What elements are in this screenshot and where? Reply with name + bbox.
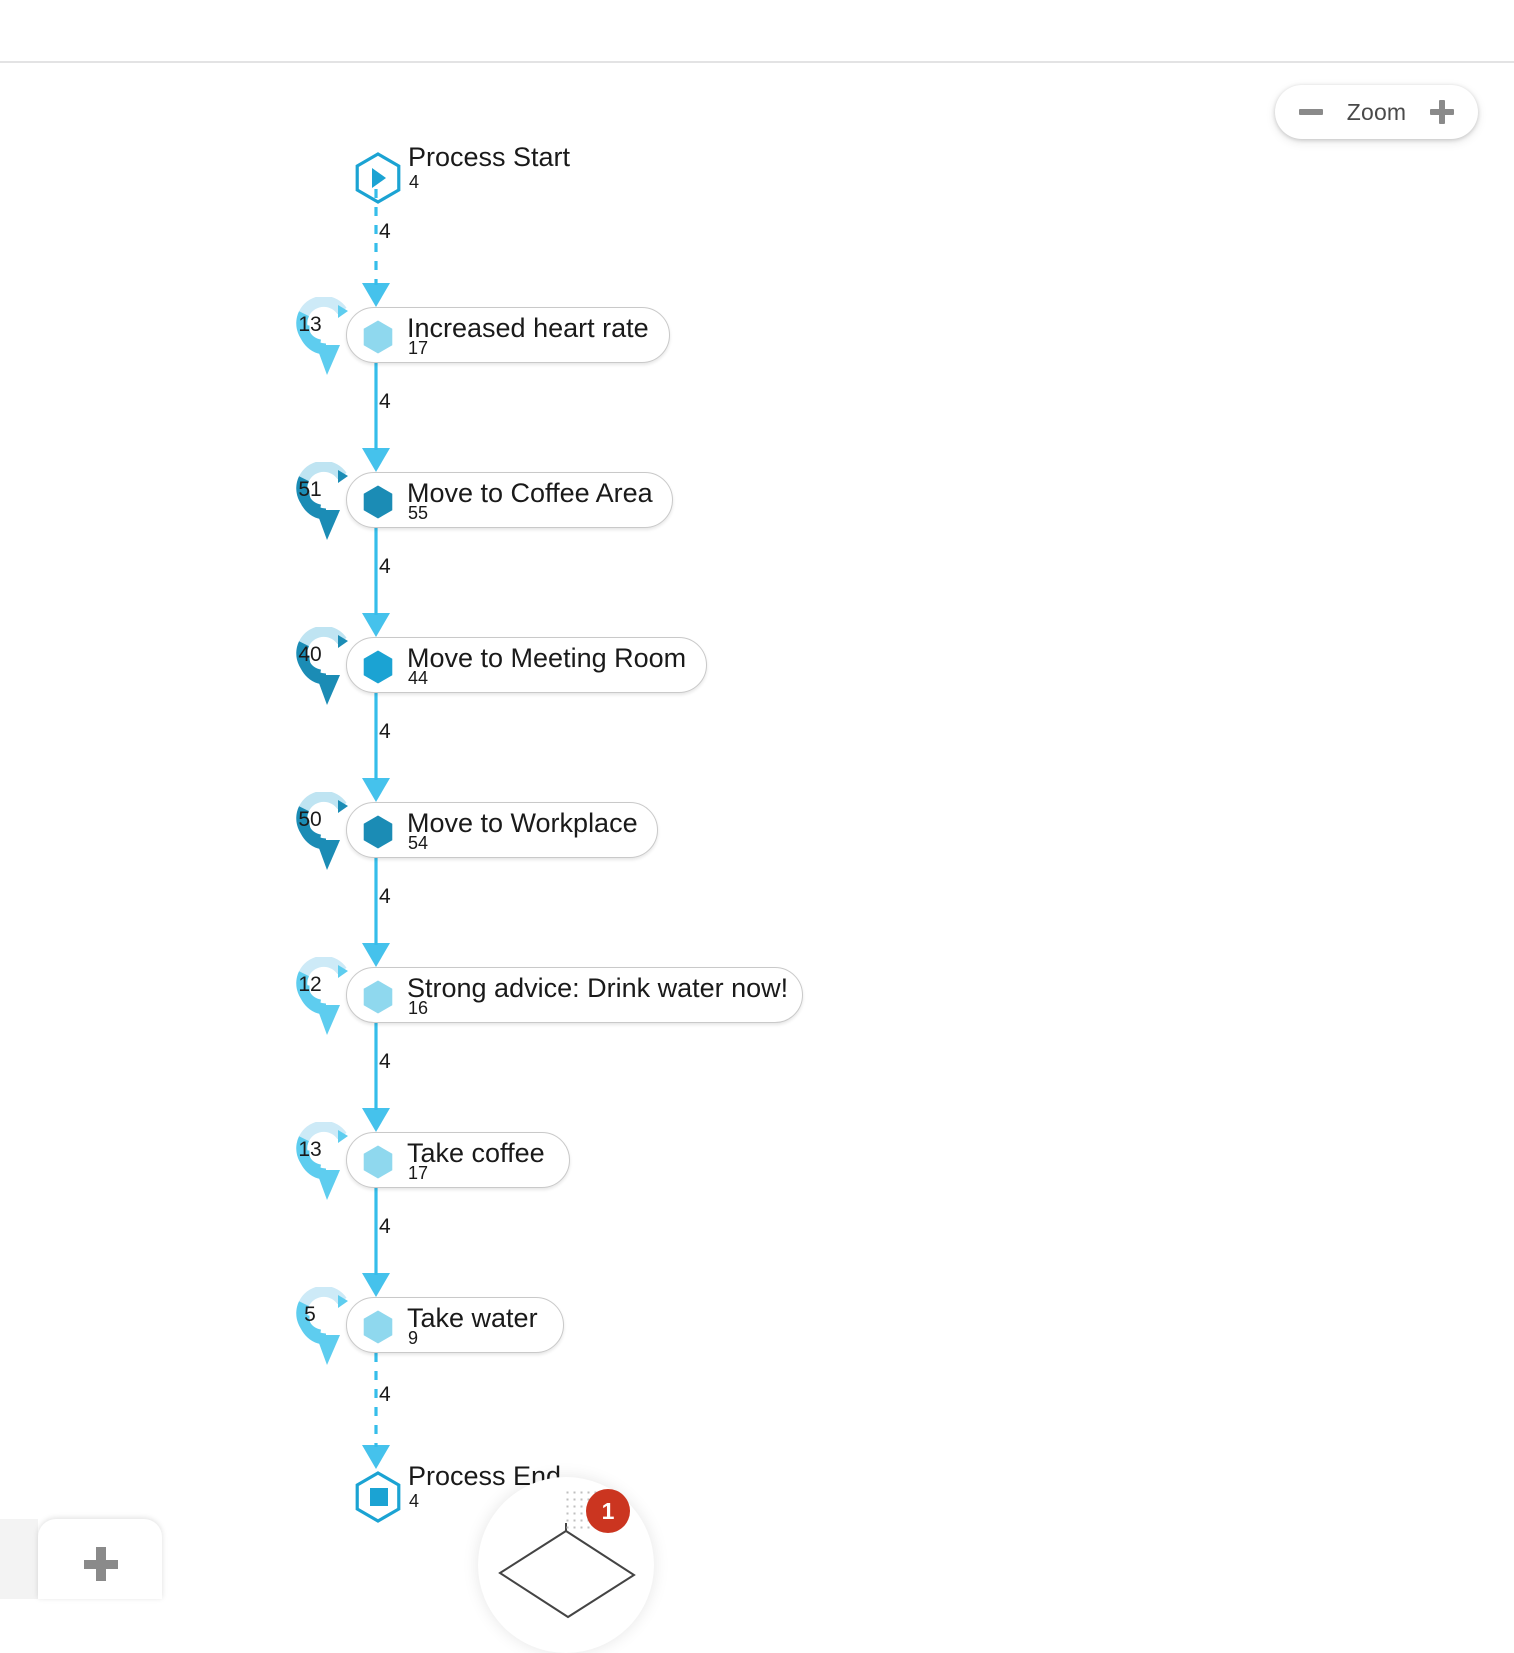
self-loop-arc [296, 1120, 348, 1200]
self-loop-arc [296, 1285, 348, 1365]
graph-edge[interactable]: 4 [348, 189, 408, 307]
edge-line [362, 1353, 390, 1469]
graph-edge[interactable]: 4 [348, 1353, 408, 1469]
stop-hexagon-icon [355, 1471, 401, 1523]
activity-label: Take water [407, 1303, 538, 1333]
self-loop-arc [296, 295, 348, 375]
hexagon-icon [363, 980, 393, 1014]
activity-count: 17 [408, 338, 429, 358]
notification-badge[interactable]: 1 [586, 1489, 630, 1533]
activity-count: 9 [408, 1328, 419, 1348]
self-loop-edge[interactable]: 5 [292, 1285, 356, 1381]
graph-edge[interactable]: 4 [348, 528, 408, 637]
minimap-overlay[interactable]: 1 [478, 1477, 654, 1653]
edge-label: 4 [379, 884, 391, 908]
plus-icon[interactable] [84, 1547, 118, 1581]
self-loop-arc [296, 955, 348, 1035]
self-loop-count: 13 [298, 313, 322, 336]
self-loop-edge[interactable]: 12 [292, 955, 356, 1051]
activity-node[interactable]: Strong advice: Drink water now! 16 [346, 967, 803, 1023]
activity-label: Move to Meeting Room [407, 643, 687, 673]
hexagon-icon [363, 1145, 393, 1179]
activity-node[interactable]: Increased heart rate 17 [346, 307, 670, 363]
bottom-left-panel[interactable] [38, 1519, 162, 1599]
self-loop-count: 50 [298, 808, 322, 831]
hexagon-icon [363, 815, 393, 849]
graph-edge[interactable]: 4 [348, 858, 408, 967]
hexagon-icon [363, 485, 393, 519]
terminal-count: 4 [409, 172, 420, 192]
self-loop-edge[interactable]: 51 [292, 460, 356, 556]
graph-edge[interactable]: 4 [348, 1188, 408, 1297]
activity-node[interactable]: Take water 9 [346, 1297, 564, 1353]
activity-node[interactable]: Take coffee 17 [346, 1132, 570, 1188]
activity-label: Increased heart rate [407, 313, 649, 343]
self-loop-count: 51 [298, 478, 322, 501]
edge-label: 4 [379, 220, 391, 243]
edge-line [362, 189, 390, 307]
activity-count: 44 [408, 668, 429, 688]
graph-edge[interactable]: 4 [348, 1023, 408, 1132]
graph-edge[interactable]: 4 [348, 693, 408, 802]
edge-label: 4 [379, 554, 391, 578]
activity-label: Move to Workplace [407, 808, 638, 838]
graph-canvas[interactable]: 4 4 4 4 4 4 4 4 Process Start 4 13 Increased heart … [0, 61, 1514, 1552]
terminal-count: 4 [409, 1491, 420, 1511]
self-loop-edge[interactable]: 50 [292, 790, 356, 886]
self-loop-arc [296, 790, 348, 870]
self-loop-count: 5 [304, 1303, 316, 1326]
process-start-node[interactable]: Process Start 4 [352, 142, 652, 206]
activity-label: Move to Coffee Area [407, 478, 653, 508]
activity-count: 17 [408, 1163, 429, 1183]
bottom-left-strip [0, 1519, 38, 1599]
self-loop-count: 13 [298, 1138, 322, 1161]
self-loop-arc [296, 625, 348, 705]
edge-label: 4 [379, 1383, 391, 1406]
activity-count: 16 [408, 998, 429, 1018]
activity-node[interactable]: Move to Coffee Area 55 [346, 472, 673, 528]
self-loop-arc [296, 460, 348, 540]
self-loop-count: 12 [298, 973, 322, 996]
hexagon-icon [363, 320, 393, 354]
edge-line [362, 693, 390, 802]
self-loop-edge[interactable]: 13 [292, 1120, 356, 1216]
activity-count: 55 [408, 503, 429, 523]
top-toolbar [0, 0, 1514, 63]
edge-line [362, 858, 390, 967]
activity-count: 54 [408, 833, 429, 853]
activity-label: Strong advice: Drink water now! [407, 973, 789, 1003]
activity-node[interactable]: Move to Meeting Room 44 [346, 637, 707, 693]
activity-node[interactable]: Move to Workplace 54 [346, 802, 658, 858]
self-loop-edge[interactable]: 40 [292, 625, 356, 721]
edge-line [362, 1188, 390, 1297]
graph-edge[interactable]: 4 [348, 363, 408, 472]
edge-line [362, 363, 390, 472]
self-loop-edge[interactable]: 13 [292, 295, 356, 391]
edge-label: 4 [379, 1214, 391, 1238]
edge-line [362, 528, 390, 637]
hexagon-icon [363, 650, 393, 684]
edge-label: 4 [379, 389, 391, 413]
hexagon-icon [363, 1310, 393, 1344]
edge-line [362, 1023, 390, 1132]
self-loop-count: 40 [298, 643, 322, 666]
edge-label: 4 [379, 719, 391, 743]
edge-label: 4 [379, 1049, 391, 1073]
play-hexagon-icon [355, 152, 401, 204]
terminal-label: Process Start [408, 142, 571, 172]
